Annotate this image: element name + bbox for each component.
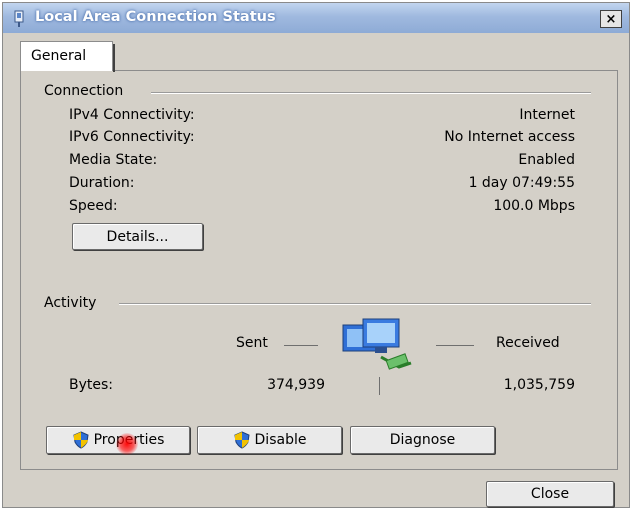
speed-label: Speed: (69, 198, 118, 214)
sent-line (284, 345, 318, 346)
tab-general-label: General (31, 48, 87, 64)
network-adapter-icon (14, 10, 24, 27)
connection-divider (151, 92, 591, 94)
close-window-button[interactable]: × (600, 10, 622, 28)
disable-label: Disable (254, 432, 307, 448)
close-icon: × (605, 11, 617, 27)
media-state-value: Enabled (518, 152, 575, 168)
ipv4-label: IPv4 Connectivity: (69, 107, 195, 123)
details-button[interactable]: Details... (72, 223, 203, 250)
ipv6-value: No Internet access (444, 129, 575, 145)
disable-button[interactable]: Disable (197, 426, 342, 454)
received-line (436, 345, 474, 346)
bytes-divider (379, 377, 380, 395)
speed-value: 100.0 Mbps (493, 198, 575, 214)
sent-label: Sent (236, 335, 268, 351)
received-label: Received (496, 335, 560, 351)
window-title: Local Area Connection Status (35, 9, 276, 25)
activity-divider (119, 303, 591, 305)
duration-value: 1 day 07:49:55 (468, 175, 575, 191)
activity-heading: Activity (44, 295, 103, 311)
properties-button[interactable]: Properties (46, 426, 190, 454)
connection-heading: Connection (44, 83, 130, 99)
properties-label: Properties (93, 432, 165, 448)
bytes-received-value: 1,035,759 (503, 377, 575, 393)
tab-general[interactable]: General (20, 41, 115, 72)
status-dialog: Local Area Connection Status × General C… (2, 2, 630, 508)
close-button[interactable]: Close (486, 481, 614, 507)
title-bar[interactable]: Local Area Connection Status × (3, 3, 629, 33)
duration-label: Duration: (69, 175, 135, 191)
bytes-sent-value: 374,939 (267, 377, 325, 393)
uac-shield-icon (233, 431, 250, 449)
media-state-label: Media State: (69, 152, 158, 168)
uac-shield-icon (73, 431, 89, 449)
ipv6-label: IPv6 Connectivity: (69, 129, 195, 145)
diagnose-button[interactable]: Diagnose (350, 426, 495, 454)
bytes-label: Bytes: (69, 377, 114, 393)
ipv4-value: Internet (519, 107, 575, 123)
network-computers-icon (342, 318, 412, 370)
